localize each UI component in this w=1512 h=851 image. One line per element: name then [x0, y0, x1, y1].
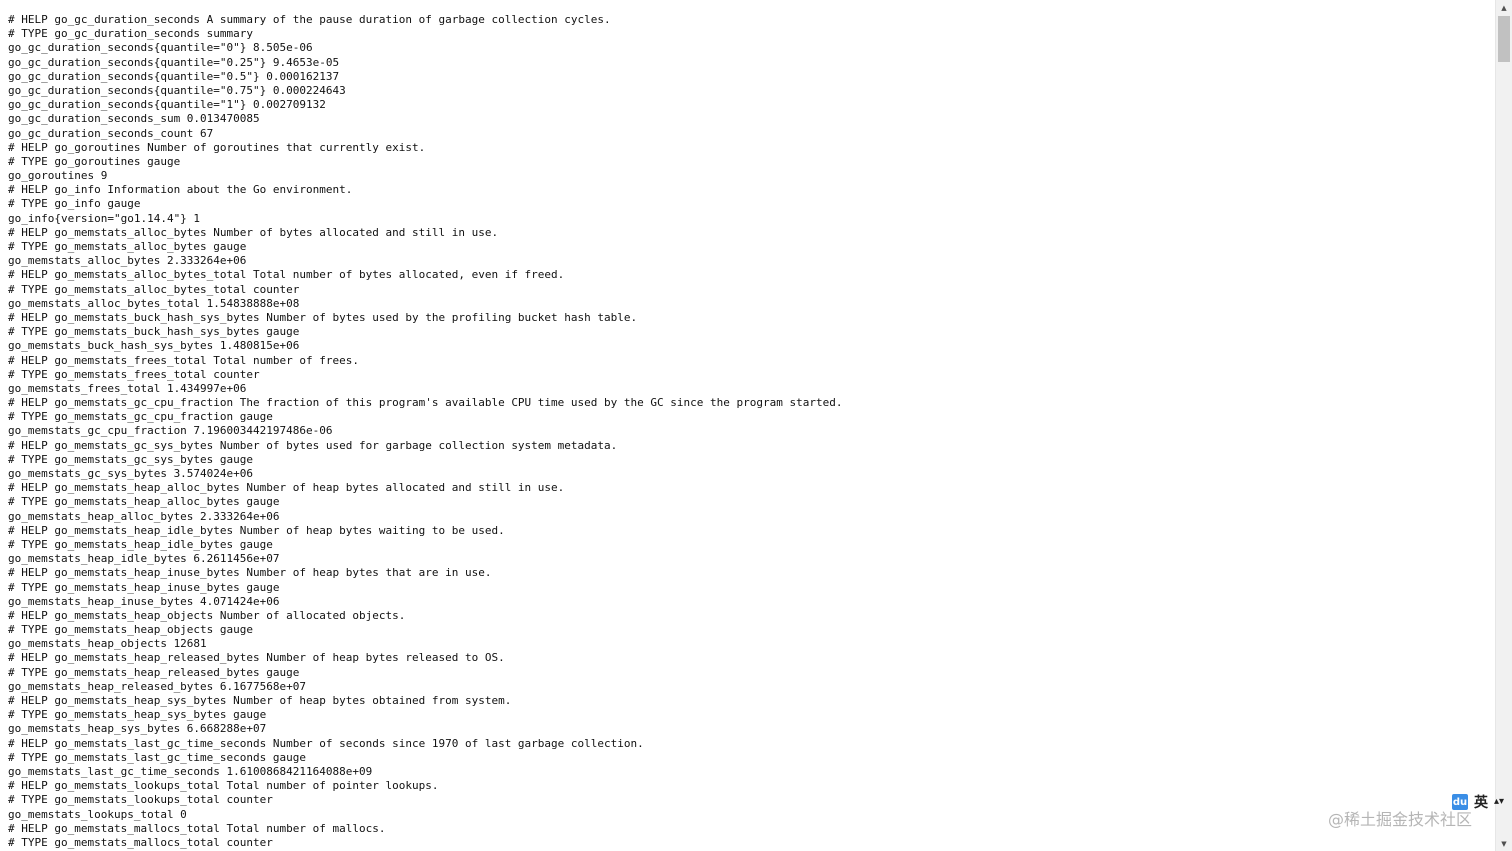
type-line: # TYPE go_memstats_gc_cpu_fraction gauge	[8, 410, 273, 424]
type-line: # TYPE go_memstats_last_gc_time_seconds …	[8, 750, 307, 764]
help-line: # HELP go_memstats_buck_hash_sys_bytes N…	[8, 310, 638, 324]
type-line: # TYPE go_memstats_lookups_total counter	[8, 793, 273, 807]
type-line: # TYPE go_memstats_alloc_bytes gauge	[8, 240, 247, 253]
vertical-scrollbar[interactable]: ▲ ▼	[1495, 0, 1512, 851]
help-line: # HELP go_gc_duration_seconds A summary …	[8, 13, 611, 26]
metric-value-line: go_info{version="go1.14.4"} 1	[8, 211, 201, 225]
type-line: # TYPE go_info gauge	[8, 197, 141, 211]
scroll-up-arrow-icon[interactable]: ▲	[1496, 0, 1512, 15]
help-line: # HELP go_memstats_alloc_bytes_total Tot…	[8, 268, 565, 282]
type-line: # TYPE go_memstats_heap_objects gauge	[8, 623, 254, 637]
help-line: # HELP go_memstats_gc_sys_bytes Number o…	[8, 438, 618, 452]
ime-toolbar[interactable]: du 英 ▴▾	[1452, 793, 1504, 811]
metric-value-line: go_gc_duration_seconds{quantile="0.75"} …	[8, 83, 346, 97]
metric-value-line: go_gc_duration_seconds_sum 0.013470085	[8, 112, 260, 126]
metric-value-line: go_gc_duration_seconds_count 67	[8, 126, 214, 140]
type-line: # TYPE go_memstats_buck_hash_sys_bytes g…	[8, 325, 300, 339]
browser-viewport: # HELP go_gc_duration_seconds A summary …	[0, 0, 1512, 851]
help-line: # HELP go_memstats_heap_inuse_bytes Numb…	[8, 566, 492, 580]
help-line: # HELP go_memstats_gc_cpu_fraction The f…	[8, 396, 843, 410]
metric-value-line: go_memstats_gc_cpu_fraction 7.1960034421…	[8, 424, 333, 438]
metric-value-line: go_memstats_gc_sys_bytes 3.574024e+06	[8, 467, 254, 480]
help-line: # HELP go_memstats_last_gc_time_seconds …	[8, 736, 644, 750]
scroll-down-arrow-icon[interactable]: ▼	[1496, 836, 1512, 851]
watermark: @稀土掘金技术社区	[1328, 810, 1473, 829]
ime-language-toggle[interactable]: 英	[1474, 792, 1488, 812]
metrics-text: # HELP go_gc_duration_seconds A summary …	[8, 13, 1488, 850]
type-line: # TYPE go_memstats_heap_idle_bytes gauge	[8, 537, 273, 551]
type-line: # TYPE go_memstats_heap_sys_bytes gauge	[8, 708, 267, 722]
metric-value-line: go_memstats_heap_inuse_bytes 4.071424e+0…	[8, 594, 280, 608]
metric-value-line: go_goroutines 9	[8, 169, 108, 183]
metric-value-line: go_memstats_alloc_bytes_total 1.54838888…	[8, 296, 300, 310]
type-line: # TYPE go_memstats_heap_inuse_bytes gaug…	[8, 580, 280, 594]
type-line: # TYPE go_memstats_alloc_bytes_total cou…	[8, 282, 300, 296]
type-line: # TYPE go_memstats_gc_sys_bytes gauge	[8, 452, 254, 466]
metric-value-line: go_memstats_heap_objects 12681	[8, 637, 207, 651]
metric-value-line: go_memstats_frees_total 1.434997e+06	[8, 381, 247, 395]
help-line: # HELP go_memstats_alloc_bytes Number of…	[8, 225, 499, 239]
type-line: # TYPE go_memstats_heap_alloc_bytes gaug…	[8, 495, 280, 509]
help-line: # HELP go_goroutines Number of goroutine…	[8, 140, 426, 154]
help-line: # HELP go_memstats_heap_sys_bytes Number…	[8, 694, 512, 707]
type-line: # TYPE go_memstats_heap_released_bytes g…	[8, 665, 300, 679]
ime-expand-icon[interactable]: ▴▾	[1494, 797, 1504, 807]
type-line: # TYPE go_memstats_frees_total counter	[8, 367, 260, 381]
metric-value-line: go_memstats_lookups_total 0	[8, 807, 187, 821]
metric-value-line: go_memstats_heap_released_bytes 6.167756…	[8, 679, 307, 693]
ime-du-icon[interactable]: du	[1452, 794, 1468, 810]
type-line: # TYPE go_memstats_mallocs_total counter	[8, 835, 273, 849]
metric-value-line: go_memstats_last_gc_time_seconds 1.61008…	[8, 764, 373, 778]
type-line: # TYPE go_gc_duration_seconds summary	[8, 27, 254, 41]
metric-value-line: go_gc_duration_seconds{quantile="0"} 8.5…	[8, 41, 313, 55]
metric-value-line: go_gc_duration_seconds{quantile="0.25"} …	[8, 55, 340, 69]
scrollbar-thumb[interactable]	[1498, 16, 1510, 62]
help-line: # HELP go_memstats_heap_objects Number o…	[8, 608, 406, 622]
metric-value-line: go_memstats_heap_idle_bytes 6.2611456e+0…	[8, 552, 280, 566]
help-line: # HELP go_memstats_heap_released_bytes N…	[8, 651, 505, 665]
metric-value-line: go_memstats_heap_sys_bytes 6.668288e+07	[8, 722, 267, 736]
help-line: # HELP go_info Information about the Go …	[8, 183, 353, 197]
metric-value-line: go_gc_duration_seconds{quantile="1"} 0.0…	[8, 98, 326, 112]
metric-value-line: go_gc_duration_seconds{quantile="0.5"} 0…	[8, 69, 340, 83]
help-line: # HELP go_memstats_heap_alloc_bytes Numb…	[8, 481, 565, 495]
type-line: # TYPE go_goroutines gauge	[8, 154, 181, 168]
help-line: # HELP go_memstats_mallocs_total Total n…	[8, 821, 386, 835]
metric-value-line: go_memstats_heap_alloc_bytes 2.333264e+0…	[8, 509, 280, 523]
help-line: # HELP go_memstats_heap_idle_bytes Numbe…	[8, 523, 505, 537]
metric-value-line: go_memstats_alloc_bytes 2.333264e+06	[8, 254, 247, 268]
help-line: # HELP go_memstats_frees_total Total num…	[8, 353, 359, 367]
help-line: # HELP go_memstats_lookups_total Total n…	[8, 779, 439, 793]
metric-value-line: go_memstats_buck_hash_sys_bytes 1.480815…	[8, 339, 300, 353]
